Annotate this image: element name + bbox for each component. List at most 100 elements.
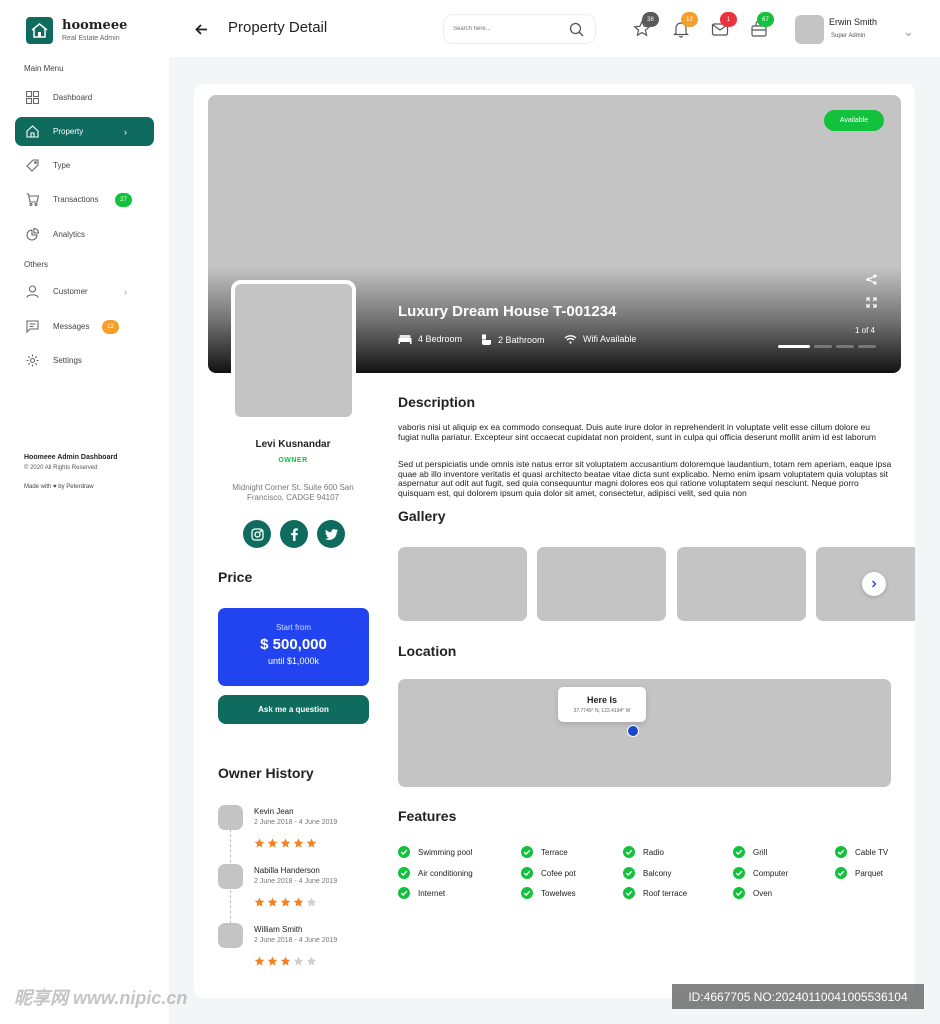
photo-counter: 1 of 4 (854, 326, 875, 335)
feature-label: Balcony (643, 868, 672, 878)
search-input[interactable] (453, 26, 563, 32)
sidebar-item-settings[interactable]: Settings (15, 346, 154, 375)
feature-label: Cable TV (855, 847, 889, 857)
sidebar-item-label: Analytics (53, 230, 86, 239)
feature-item: Computer (733, 867, 788, 879)
map-pin-icon[interactable] (627, 725, 639, 737)
bag-badge: 67 (757, 12, 774, 27)
chevron-right-icon: › (124, 126, 127, 137)
star-filled-icon (280, 953, 291, 971)
sidebar-item-label: Type (53, 161, 71, 170)
search-box (443, 14, 596, 44)
bathroom-info: 2 Bathroom (481, 334, 545, 346)
user-icon (25, 285, 39, 299)
gear-icon (25, 354, 39, 368)
feature-item: Parquet (835, 867, 883, 879)
price-title: Price (218, 569, 253, 585)
feature-label: Grill (753, 847, 768, 857)
bath-icon (482, 334, 491, 345)
feature-item: Cable TV (835, 846, 888, 858)
back-arrow-icon[interactable] (195, 22, 208, 40)
location-map[interactable]: Here Is 37.7749° N, 122.4194° W (398, 679, 891, 787)
bedroom-label: 4 Bedroom (418, 334, 463, 344)
transactions-badge: 27 (115, 193, 132, 207)
feature-item: Oven (733, 887, 772, 899)
messages-badge: 12 (102, 320, 119, 334)
avatar[interactable] (795, 15, 824, 44)
history-avatar (218, 864, 243, 889)
twitter-button[interactable] (317, 520, 345, 548)
carousel-dot[interactable] (778, 345, 810, 348)
sidebar-item-type[interactable]: Type (15, 151, 154, 180)
feature-label: Radio (643, 847, 664, 857)
sidebar-item-transactions[interactable]: Transactions (15, 185, 154, 214)
brand[interactable]: hoomeee Real Estate Admin (26, 17, 127, 44)
feature-label: Oven (753, 888, 773, 898)
sidebar: hoomeee Real Estate Admin Main Menu Dash… (0, 0, 169, 1024)
feature-label: Cofee pot (541, 868, 576, 878)
expand-icon[interactable] (866, 295, 877, 313)
chevron-right-icon (872, 580, 877, 588)
owner-role: OWNER (278, 457, 308, 464)
carousel-indicator[interactable] (778, 345, 876, 348)
feature-item: Towelwes (521, 887, 576, 899)
property-title: Luxury Dream House T-001234 (398, 303, 617, 320)
header: Property Detail 38 12 1 67 Erwin Smith S… (169, 0, 940, 57)
gallery-image[interactable] (677, 547, 806, 621)
gallery-next-button[interactable] (862, 572, 886, 596)
check-circle-icon (521, 867, 533, 879)
sidebar-item-analytics[interactable]: Analytics (15, 220, 154, 249)
ask-question-button[interactable]: Ask me a question (218, 695, 369, 724)
feature-item: Internet (398, 887, 445, 899)
star-filled-icon (293, 835, 304, 853)
check-circle-icon (623, 846, 635, 858)
price-box: Start from $ 500,000 until $1,000k (218, 608, 369, 686)
star-filled-icon (267, 835, 278, 853)
feature-label: Parquet (855, 868, 884, 878)
feature-label: Towelwes (541, 888, 576, 898)
sidebar-item-property[interactable]: Property › (15, 117, 154, 146)
check-circle-icon (733, 867, 745, 879)
star-filled-icon (254, 835, 265, 853)
sidebar-item-customer[interactable]: Customer › (15, 277, 154, 306)
feature-label: Air conditioning (418, 868, 473, 878)
map-tooltip: Here Is 37.7749° N, 122.4194° W (558, 687, 646, 722)
others-label: Others (24, 260, 49, 269)
feature-label: Swimming pool (418, 847, 473, 857)
history-dates: 2 June 2018 - 4 June 2019 (254, 878, 338, 885)
star-filled-icon (306, 835, 317, 853)
message-icon (25, 320, 39, 334)
history-name: Nabilla Handerson (254, 866, 320, 875)
features-title: Features (398, 808, 457, 824)
sidebar-item-dashboard[interactable]: Dashboard (15, 83, 154, 112)
star-filled-icon (254, 953, 265, 971)
star-filled-icon (254, 894, 265, 912)
footer-title: Hoomeee Admin Dashboard (24, 454, 118, 461)
chevron-down-icon[interactable] (905, 24, 912, 42)
history-name: Kevin Jean (254, 807, 294, 816)
check-circle-icon (623, 867, 635, 879)
carousel-dot[interactable] (814, 345, 832, 348)
check-circle-icon (521, 887, 533, 899)
watermark-id: ID:4667705 NO:20240110041005536104 (672, 984, 924, 1009)
twitter-icon (324, 528, 338, 540)
description-paragraph: vaboris nisi ut aliquip ex ea commodo co… (398, 422, 877, 442)
instagram-button[interactable] (243, 520, 271, 548)
sidebar-item-messages[interactable]: Messages (15, 312, 154, 341)
gallery-image[interactable] (398, 547, 527, 621)
description-paragraph: Sed ut perspiciatis unde omnis iste natu… (398, 459, 892, 498)
bed-icon (398, 335, 412, 344)
gallery-image[interactable] (537, 547, 666, 621)
facebook-button[interactable] (280, 520, 308, 548)
search-icon[interactable] (569, 22, 584, 42)
mail-badge: 1 (720, 12, 737, 27)
wifi-label: Wifi Available (583, 334, 637, 344)
carousel-dot[interactable] (836, 345, 854, 348)
carousel-dot[interactable] (858, 345, 876, 348)
facebook-icon (290, 527, 298, 541)
brand-subtitle: Real Estate Admin (62, 35, 120, 42)
check-circle-icon (733, 887, 745, 899)
share-icon[interactable] (866, 272, 877, 290)
rating-stars (254, 894, 317, 912)
user-role: Super Admin (831, 33, 866, 39)
